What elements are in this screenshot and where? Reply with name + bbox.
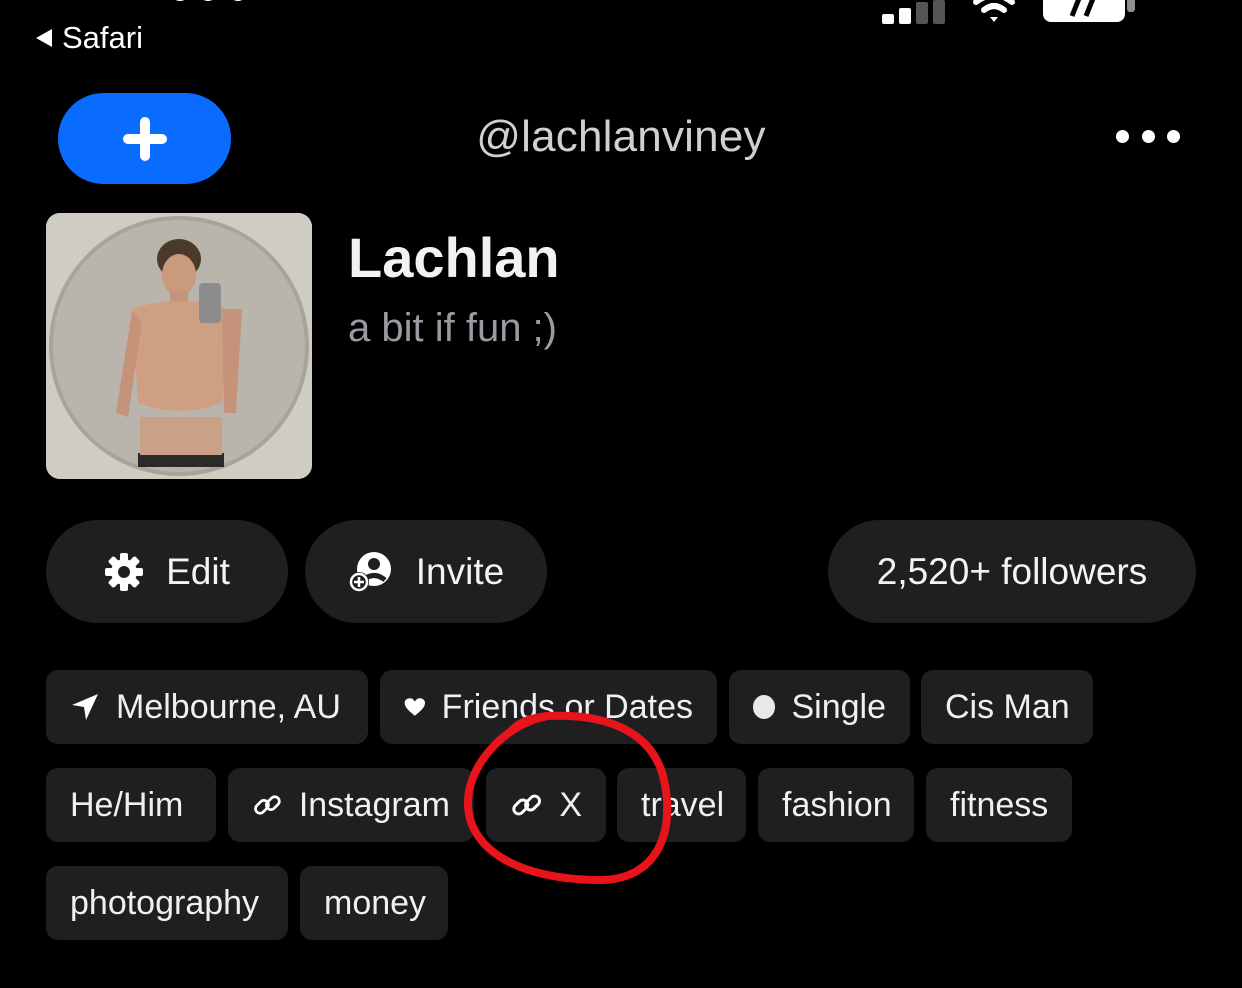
tag-looking-for-label: Friends or Dates [441,687,693,726]
edit-profile-button[interactable]: Edit [46,520,288,623]
link-instagram[interactable]: Instagram [228,768,474,842]
back-triangle-icon [36,29,52,47]
tag-interest-fashion[interactable]: fashion [758,768,914,842]
tag-pronouns-label: He/Him [70,785,184,824]
followers-button[interactable]: 2,520+ followers [828,520,1196,623]
bio-text: a bit if fun ;) [348,306,557,350]
battery-icon [1043,0,1135,22]
location-arrow-icon [72,694,98,720]
status-bar-indicators [880,0,1140,24]
link-icon [512,794,541,816]
tag-interest-photography[interactable]: photography [46,866,288,940]
add-person-icon [348,551,391,592]
heart-icon [404,698,425,716]
more-options-button[interactable] [1110,118,1186,154]
link-x[interactable]: X [486,768,606,842]
gear-icon [105,552,144,591]
tag-interest-travel-label: travel [641,785,725,824]
tag-interest-money-label: money [324,883,427,922]
followers-count: 2,520+ followers [876,550,1148,592]
cellular-signal-icon [880,0,950,24]
tag-location[interactable]: Melbourne, AU [46,670,368,744]
tag-interest-fitness-label: fitness [950,785,1049,824]
tag-pronouns[interactable]: He/Him [46,768,216,842]
status-dot-icon [753,695,776,719]
tag-interest-money[interactable]: money [300,866,448,940]
tag-gender[interactable]: Cis Man [921,670,1093,744]
tag-looking-for[interactable]: Friends or Dates [380,670,717,744]
wifi-icon [973,0,1015,22]
tag-location-label: Melbourne, AU [116,687,341,726]
link-icon [254,795,281,815]
link-instagram-label: Instagram [298,785,450,824]
avatar-photo [46,213,312,479]
more-dot-icon [1141,129,1155,143]
tag-interest-fitness[interactable]: fitness [926,768,1072,842]
tag-gender-label: Cis Man [945,687,1070,726]
invite-button[interactable]: Invite [305,520,547,623]
back-label: Safari [62,20,143,55]
profile-handle: @lachlanviney [476,112,766,161]
link-x-label: X [559,785,582,824]
tag-interest-fashion-label: fashion [782,785,892,824]
tag-interest-photography-label: photography [70,883,260,922]
tag-relationship-label: Single [791,687,886,726]
more-dot-icon [1167,129,1180,143]
invite-label: Invite [415,550,505,592]
edit-label: Edit [166,550,230,592]
more-dot-icon [1116,129,1129,143]
tag-relationship[interactable]: Single [729,670,910,744]
avatar[interactable] [46,213,312,479]
tag-interest-travel[interactable]: travel [617,768,746,842]
status-bar-clipped-icons [175,0,243,1]
back-to-safari-link[interactable]: Safari [36,20,143,56]
display-name: Lachlan [348,226,560,289]
